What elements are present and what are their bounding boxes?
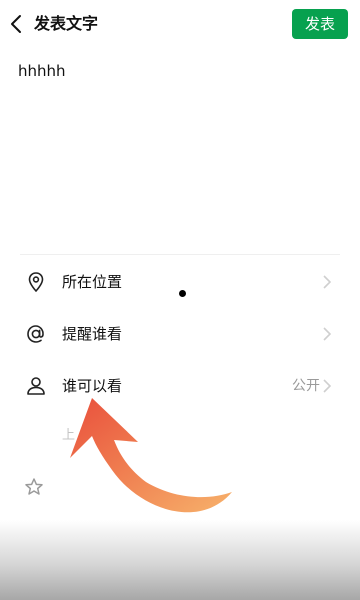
visibility-value: 公开 [292,378,320,394]
location-pin-icon [24,270,48,294]
option-visibility-label: 谁可以看 [62,377,123,395]
bottom-fade [0,520,360,600]
back-button[interactable] [6,10,28,38]
divider [20,254,340,255]
chevron-right-icon [322,326,332,342]
faded-row-text: 上 [62,428,76,443]
option-location-label: 所在位置 [62,273,123,291]
tap-indicator-dot [179,290,186,297]
option-location[interactable]: 所在位置 [0,256,360,308]
chevron-left-icon [11,15,21,33]
chevron-right-icon [322,378,332,394]
chevron-right-icon [322,274,332,290]
option-mention[interactable]: 提醒谁看 [0,308,360,360]
top-bar: 发表文字 发表 [0,0,360,48]
post-text-input[interactable]: hhhhh [18,60,338,82]
person-icon [24,374,48,398]
option-mention-label: 提醒谁看 [62,325,123,343]
at-sign-icon [24,322,48,346]
moments-compose-screen: 发表文字 发表 hhhhh 所在位置 提醒谁看 谁可以看 公开 上 [0,0,360,600]
option-visibility[interactable]: 谁可以看 公开 [0,360,360,412]
page-title: 发表文字 [34,14,99,33]
publish-button[interactable]: 发表 [292,9,348,39]
star-icon[interactable] [24,477,44,497]
